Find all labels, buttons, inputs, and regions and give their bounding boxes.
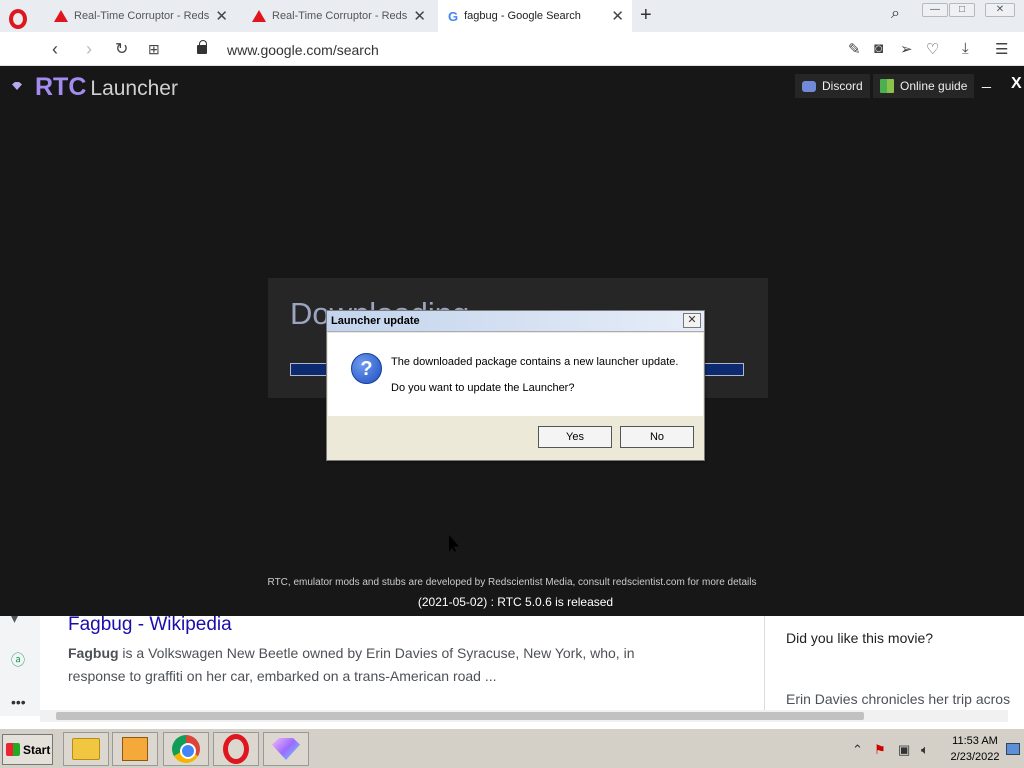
dialog-body: ? The downloaded package contains a new … [328,333,703,416]
taskbar-chrome[interactable] [163,732,209,766]
chevron-up-icon[interactable]: ⌃ [852,742,863,758]
system-tray: ⌃ ⚑ ▣ 🔈︎ 11:53 AM 2/23/2022 [846,733,1022,765]
google-results-page: ▾ ⓐ ••• Fagbug - Wikipedia Fagbug is a V… [0,610,1024,728]
rtc-title-bold: RTC [35,73,87,101]
google-icon: G [448,8,459,24]
volume-icon[interactable]: 🔈︎ [921,742,929,758]
camera-icon[interactable]: ◙ [874,40,883,57]
back-icon[interactable]: ‹ [52,39,58,60]
reload-icon[interactable]: ↻ [115,39,128,59]
dialog-message: The downloaded package contains a new la… [391,356,679,368]
kp-description: Erin Davies chronicles her trip acros [786,691,1011,707]
yes-button[interactable]: Yes [538,426,612,448]
launcher-footer-text: RTC, emulator mods and stubs are develop… [267,577,757,588]
rtc-title-rest: Launcher [90,77,178,100]
tab-title: Real-Time Corruptor - Redsci [272,10,408,22]
opera-icon [223,734,249,764]
warning-icon [252,10,266,22]
start-label: Start [23,742,51,757]
launcher-close-button[interactable]: X [1011,75,1022,93]
windows-flag-icon [6,743,20,756]
knowledge-panel: Did you like this movie? Erin Davies chr… [764,616,1024,712]
rtc-gem-icon [12,82,22,90]
start-button[interactable]: Start [2,734,53,765]
show-desktop-icon[interactable] [1006,743,1020,755]
maximize-window-button[interactable]: □ [949,3,975,17]
scrollbar-thumb[interactable] [56,712,864,720]
tab-title: Real-Time Corruptor - Redsci [74,10,210,22]
warning-icon [54,10,68,22]
close-icon[interactable]: ✕ [215,7,228,25]
more-icon[interactable]: ••• [11,694,26,710]
opera-sidebar: ▾ ⓐ ••• [0,610,40,716]
launcher-minimize-button[interactable]: _ [982,72,991,90]
online-guide-button[interactable]: Online guide [873,74,975,98]
send-icon[interactable]: ➢ [900,40,913,58]
network-icon[interactable]: ▣ [898,742,910,758]
tab-title: fagbug - Google Search [464,10,581,22]
discord-label: Discord [822,79,863,93]
question-icon: ? [351,353,382,384]
sidebar-app-icon[interactable]: ⓐ [11,650,25,670]
opera-logo-icon[interactable] [9,9,27,29]
guide-icon [880,79,894,93]
tab-rtc-2[interactable]: Real-Time Corruptor - Redsci ✕ [242,0,434,32]
media-player-icon [122,737,148,761]
online-guide-label: Online guide [900,79,968,93]
search-icon[interactable]: ⌕ [891,5,900,23]
forward-icon[interactable]: › [86,39,92,60]
horizontal-scrollbar[interactable] [40,710,1008,722]
edit-icon[interactable]: ✎ [848,40,861,58]
release-notice[interactable]: (2021-05-02) : RTC 5.0.6 is released [0,595,1024,609]
discord-icon [802,80,816,92]
discord-button[interactable]: Discord [795,74,870,98]
url-field[interactable]: www.google.com/search [227,42,379,58]
browser-tab-bar: Real-Time Corruptor - Redsci ✕ Real-Time… [0,0,1024,32]
dialog-title: Launcher update [331,315,420,327]
close-window-button[interactable]: ✕ [985,3,1015,17]
address-bar: ‹ › ↻ ⊞ www.google.com/search ✎ ◙ ➢ ♡ ⤓ … [0,32,1024,66]
easy-setup-icon[interactable]: ☰ [995,40,1008,58]
dialog-close-button[interactable]: ✕ [683,313,701,328]
clock-time[interactable]: 11:53 AM [949,735,1001,747]
search-result-snippet: Fagbug is a Volkswagen New Beetle owned … [68,642,658,688]
download-icon[interactable]: ⤓ [962,40,969,57]
dialog-titlebar: Launcher update ✕ [327,311,704,332]
taskbar-opera[interactable] [213,732,259,766]
taskbar-file-explorer[interactable] [63,732,109,766]
tabs-grid-icon[interactable]: ⊞ [148,41,160,58]
new-tab-icon[interactable]: + [640,4,652,27]
close-icon[interactable]: ✕ [413,7,426,25]
file-explorer-icon [72,738,100,760]
clock-date[interactable]: 2/23/2022 [949,751,1001,763]
action-center-icon[interactable]: ⚑ [874,742,886,758]
close-icon[interactable]: ✕ [611,7,624,25]
taskbar: Start ⌃ ⚑ ▣ 🔈︎ 11:53 AM 2/23/2022 [0,728,1024,768]
kp-question: Did you like this movie? [786,630,934,646]
chrome-icon [172,735,200,763]
no-button[interactable]: No [620,426,694,448]
tab-google-search[interactable]: G fagbug - Google Search ✕ [438,0,632,32]
heart-icon[interactable]: ♡ [926,40,939,58]
lock-icon[interactable] [197,40,207,54]
taskbar-rtc[interactable] [263,732,309,766]
snippet-text: is a Volkswagen New Beetle owned by Erin… [68,645,635,684]
minimize-window-button[interactable]: — [922,3,948,17]
dialog-question: Do you want to update the Launcher? [391,382,575,394]
search-result-title[interactable]: Fagbug - Wikipedia [68,614,232,636]
rtc-gem-icon [272,738,300,760]
taskbar-media-player[interactable] [112,732,158,766]
launcher-update-dialog: Launcher update ✕ ? The downloaded packa… [326,310,705,461]
tab-rtc-1[interactable]: Real-Time Corruptor - Redsci ✕ [44,0,236,32]
rtc-title: RTC Launcher [35,73,178,102]
snippet-keyword: Fagbug [68,645,119,661]
